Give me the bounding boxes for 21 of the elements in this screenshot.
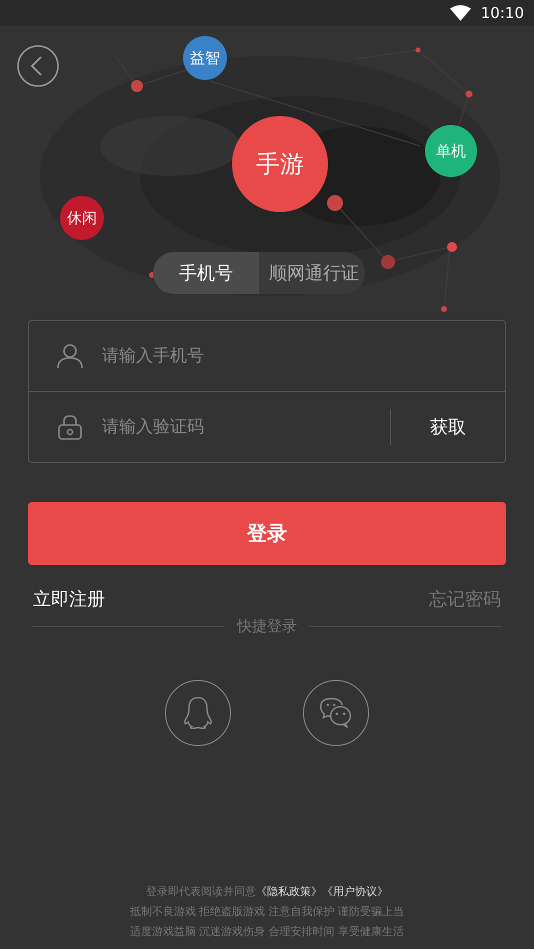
agreement-link[interactable]: 《隐私政策》 [256, 885, 322, 898]
login-tab[interactable]: 顺网通行证 [259, 252, 365, 294]
wifi-icon [450, 5, 471, 21]
chat-bubbles-icon [318, 695, 354, 731]
register-link[interactable]: 立即注册 [30, 585, 108, 613]
chat-login-button[interactable] [303, 680, 369, 746]
login-tab[interactable]: 手机号 [153, 252, 259, 294]
quick-login-label: 快捷登录 [237, 617, 297, 636]
back-button[interactable] [16, 44, 60, 88]
person-icon [57, 343, 83, 369]
clock-time: 10:10 [480, 4, 524, 22]
health-notice-text: 适度游戏益脑 沉迷游戏伤身 合理安排时间 享受健康生活 [130, 924, 404, 939]
agreement-link[interactable]: 《用户协议》 [322, 885, 388, 898]
phone-input-field[interactable]: 请输入手机号 [102, 342, 505, 370]
lock-icon [57, 414, 83, 440]
get-code-button[interactable]: 获取 [391, 402, 505, 452]
penguin-login-button[interactable] [165, 680, 231, 746]
login-button[interactable]: 登录 [28, 502, 506, 565]
health-notice-text: 抵制不良游戏 拒绝盗版游戏 注意自我保护 谨防受骗上当 [130, 904, 404, 919]
agreement-text: 登录即代表阅读并同意《隐私政策》《用户协议》 [146, 884, 388, 899]
code-input-field[interactable]: 请输入验证码 [102, 413, 390, 441]
